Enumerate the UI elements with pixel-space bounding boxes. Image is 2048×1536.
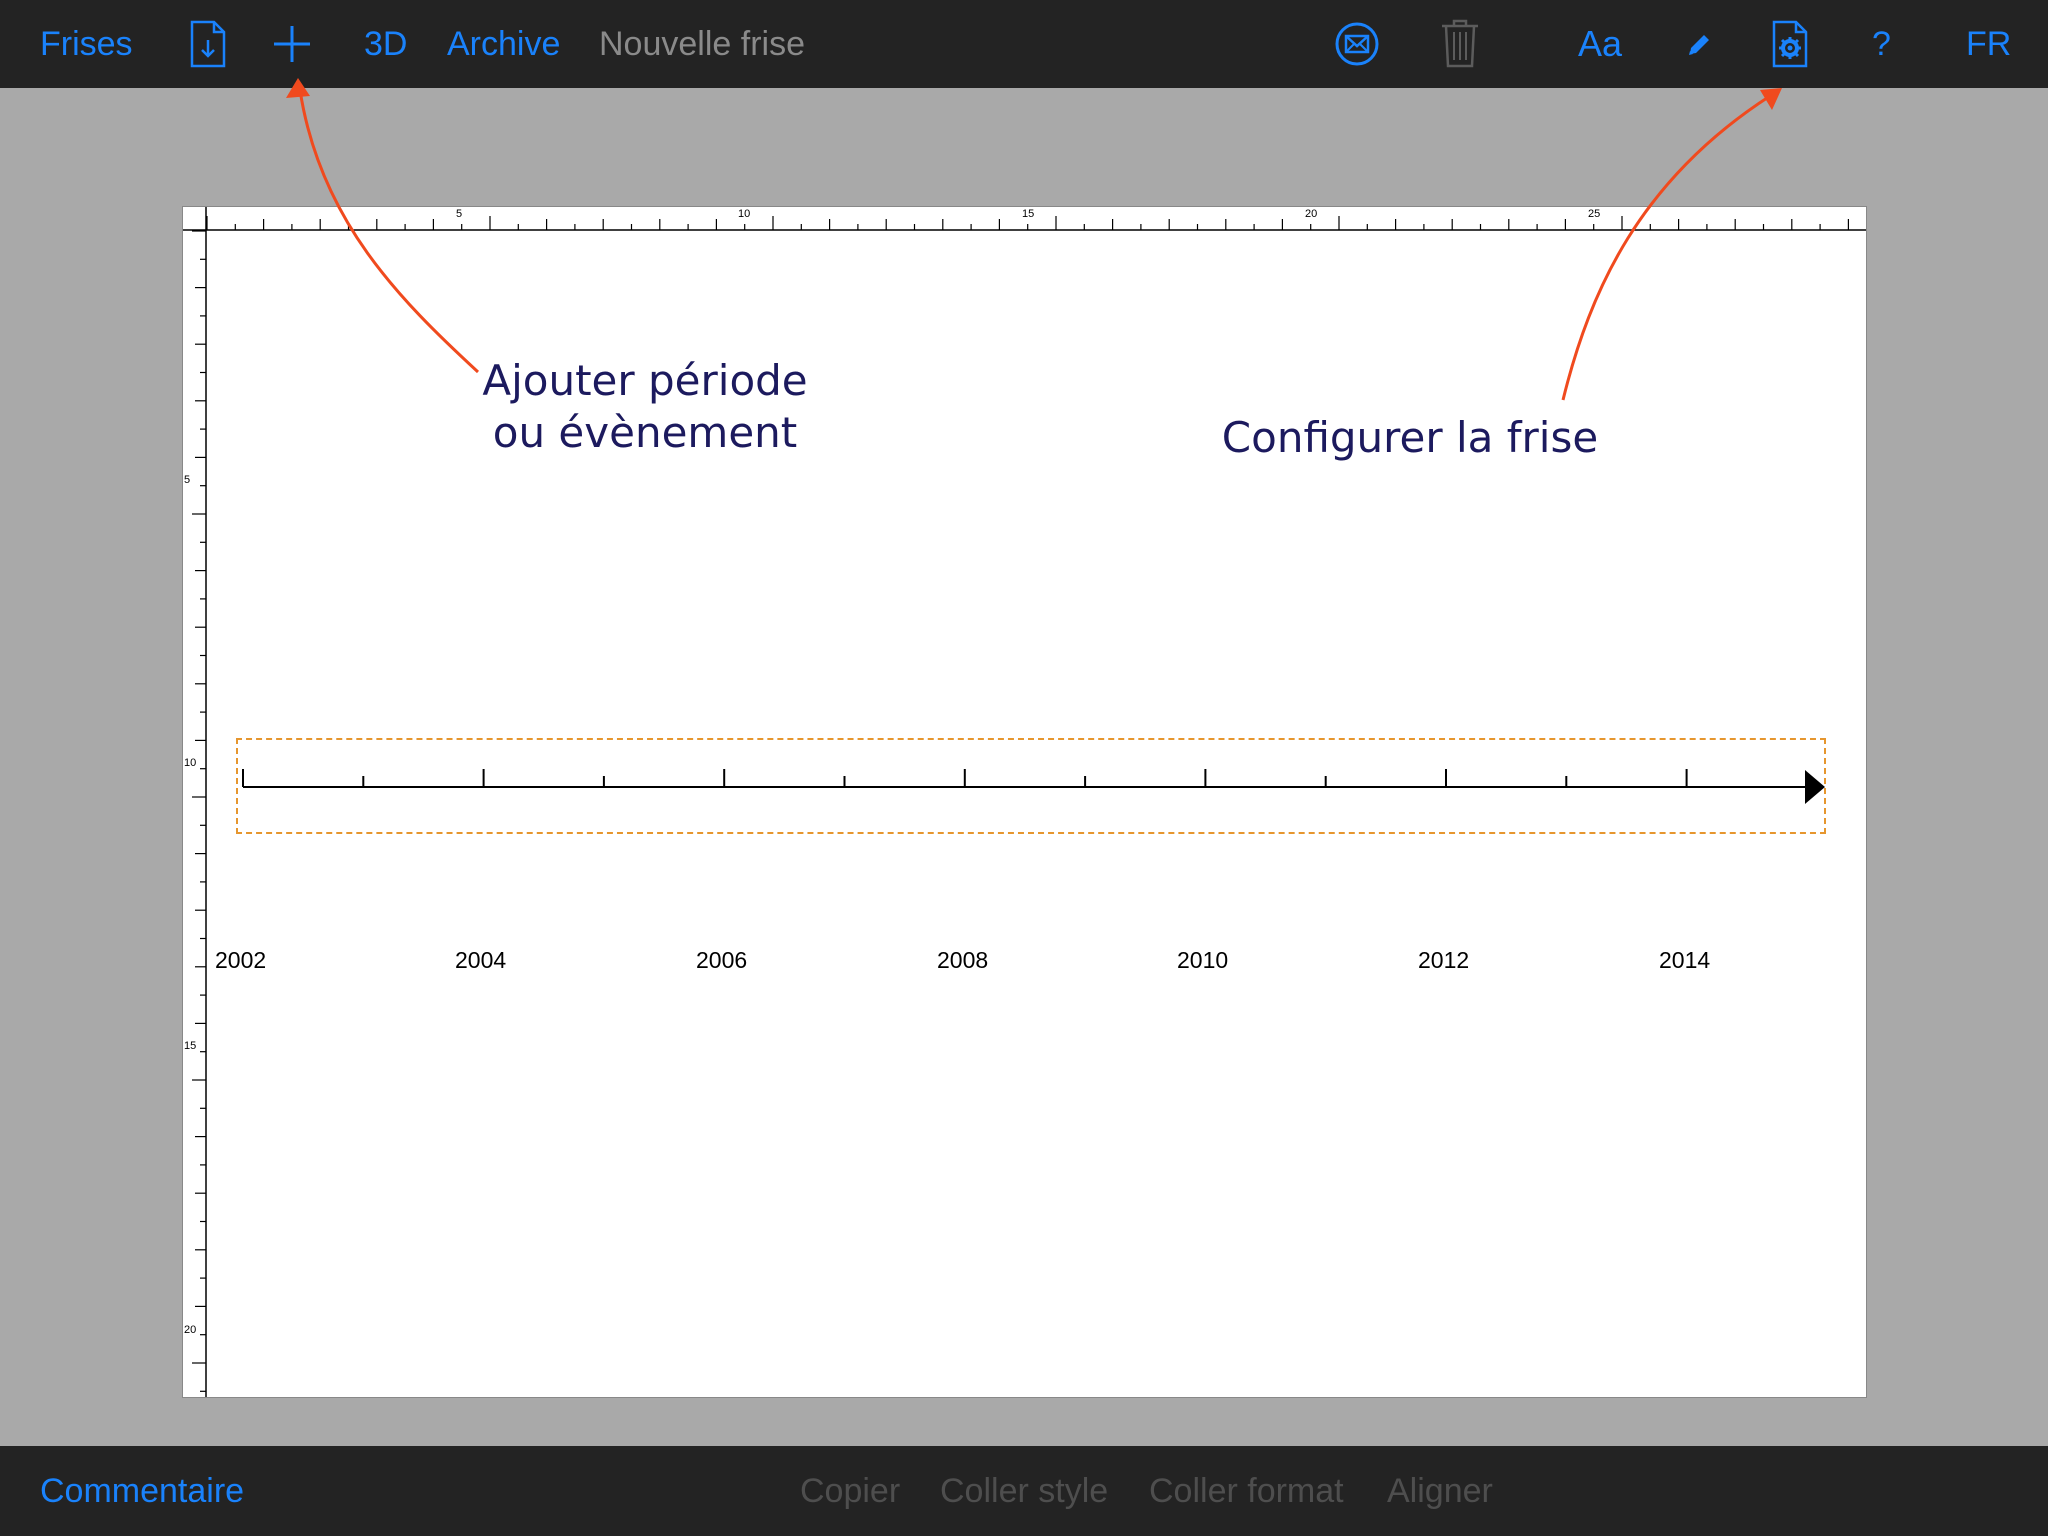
annotation-add-line2: ou évènement bbox=[492, 408, 798, 457]
font-button[interactable]: Aa bbox=[1578, 0, 1622, 88]
year-label: 2012 bbox=[1418, 947, 1470, 973]
arrowhead-configure bbox=[1760, 88, 1782, 110]
left-ruler-label: 20 bbox=[184, 1324, 197, 1336]
copy-button[interactable]: Copier bbox=[800, 1446, 900, 1536]
year-label: 2010 bbox=[1177, 947, 1229, 973]
timeline-arrowhead bbox=[1805, 770, 1825, 804]
download-icon[interactable] bbox=[190, 20, 226, 73]
year-label: 2002 bbox=[215, 947, 267, 973]
year-label: 2014 bbox=[1659, 947, 1711, 973]
mail-icon[interactable] bbox=[1334, 21, 1380, 72]
pencil-icon[interactable] bbox=[1686, 32, 1712, 63]
year-label: 2006 bbox=[696, 947, 748, 973]
year-label: 2004 bbox=[455, 947, 507, 973]
trash-icon bbox=[1440, 18, 1480, 73]
align-button[interactable]: Aligner bbox=[1387, 1446, 1493, 1536]
paste-format-button[interactable]: Coller format bbox=[1149, 1446, 1344, 1536]
3d-button[interactable]: 3D bbox=[364, 0, 407, 88]
settings-document-icon[interactable] bbox=[1772, 20, 1808, 73]
timeline-axis bbox=[242, 769, 1825, 804]
left-ruler-label: 15 bbox=[184, 1040, 197, 1052]
annotation-add-line1: Ajouter période bbox=[482, 356, 808, 405]
archive-button[interactable]: Archive bbox=[447, 0, 560, 88]
plus-icon[interactable] bbox=[272, 24, 312, 69]
comment-button[interactable]: Commentaire bbox=[40, 1446, 244, 1536]
top-toolbar: Frises 3D Archive Nouvelle frise Aa ? FR bbox=[0, 0, 2048, 88]
help-button[interactable]: ? bbox=[1872, 0, 1891, 88]
top-ruler-label: 15 bbox=[1022, 208, 1035, 220]
paste-style-button[interactable]: Coller style bbox=[940, 1446, 1108, 1536]
timeline-page[interactable]: 2002 2004 2006 2008 2010 2012 2014 5 10 … bbox=[182, 206, 1867, 1398]
top-ruler-label: 10 bbox=[738, 208, 751, 220]
top-ruler-label: 20 bbox=[1305, 208, 1318, 220]
document-title[interactable]: Nouvelle frise bbox=[599, 0, 805, 88]
top-ruler-label: 5 bbox=[456, 208, 463, 220]
bottom-toolbar: Commentaire Copier Coller style Coller f… bbox=[0, 1446, 2048, 1536]
left-ruler-label: 5 bbox=[184, 474, 191, 486]
language-button[interactable]: FR bbox=[1966, 0, 2011, 88]
annotation-add: Ajouter période ou évènement bbox=[470, 355, 820, 459]
top-ruler-label: 25 bbox=[1588, 208, 1601, 220]
year-label: 2008 bbox=[937, 947, 989, 973]
left-ruler-label: 10 bbox=[184, 757, 197, 769]
annotation-configure: Configurer la frise bbox=[1221, 413, 1599, 462]
frises-button[interactable]: Frises bbox=[40, 0, 133, 88]
